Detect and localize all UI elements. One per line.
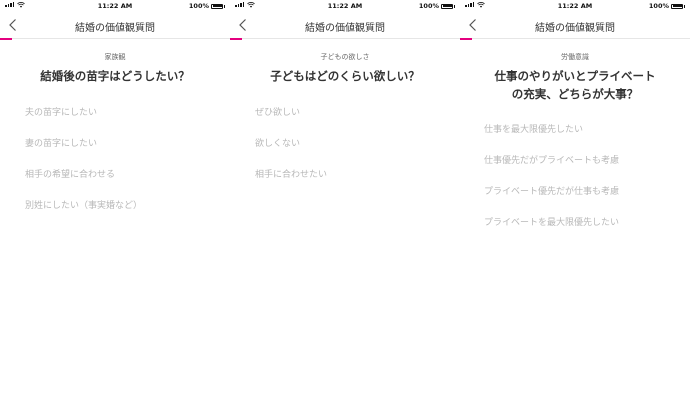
answer-option[interactable]: 仕事を最大限優先したい <box>460 115 690 146</box>
battery-icon <box>671 3 683 9</box>
nav-title: 結婚の価値観質問 <box>535 23 615 34</box>
progress-bar <box>0 38 12 40</box>
answer-option[interactable]: 妻の苗字にしたい <box>0 129 230 160</box>
answer-option[interactable]: ぜひ欲しい <box>230 98 460 129</box>
status-bar: 11:22 AM 100% <box>460 0 690 12</box>
status-bar: 11:22 AM 100% <box>230 0 460 12</box>
answer-option[interactable]: 夫の苗字にしたい <box>0 98 230 129</box>
answer-options: 夫の苗字にしたい 妻の苗字にしたい 相手の希望に合わせる 別姓にしたい（事実婚な… <box>0 98 230 222</box>
progress-bar <box>230 38 242 40</box>
screens-container: 11:22 AM 100% 結婚の価値観質問 家族観 結婚後の苗字はどうしたい？… <box>0 0 690 404</box>
question-content: 子どもの欲しさ 子どもはどのくらい欲しい？ ぜひ欲しい 欲しくない 相手に合わせ… <box>230 52 460 191</box>
nav-title: 結婚の価値観質問 <box>75 23 155 34</box>
nav-bar: 結婚の価値観質問 <box>460 12 690 39</box>
battery-icon <box>441 3 453 9</box>
answer-option[interactable]: 欲しくない <box>230 129 460 160</box>
answer-options: 仕事を最大限優先したい 仕事優先だがプライベートも考慮 プライベート優先だが仕事… <box>460 115 690 239</box>
status-bar: 11:22 AM 100% <box>0 0 230 12</box>
nav-bar: 結婚の価値観質問 <box>0 12 230 39</box>
screen-children: 11:22 AM 100% 結婚の価値観質問 子どもの欲しさ 子どもはどのくらい… <box>230 0 460 404</box>
question-title: 子どもはどのくらい欲しい？ <box>270 69 420 83</box>
answer-option[interactable]: プライベートを最大限優先したい <box>460 208 690 239</box>
battery-percent: 100% <box>648 2 669 10</box>
screen-surname: 11:22 AM 100% 結婚の価値観質問 家族観 結婚後の苗字はどうしたい？… <box>0 0 230 404</box>
question-title: 仕事のやりがいとプライベート の充実、どちらが大事？ <box>494 69 656 101</box>
answer-option[interactable]: 相手に合わせたい <box>230 160 460 191</box>
battery-icon <box>211 3 223 9</box>
nav-title: 結婚の価値観質問 <box>305 23 385 34</box>
nav-bar: 結婚の価値観質問 <box>230 12 460 39</box>
progress-bar <box>460 38 472 40</box>
answer-option[interactable]: 仕事優先だがプライベートも考慮 <box>460 146 690 177</box>
battery-percent: 100% <box>188 2 209 10</box>
question-title: 結婚後の苗字はどうしたい？ <box>40 69 190 83</box>
category-label: 家族観 <box>104 53 126 61</box>
question-content: 労働意識 仕事のやりがいとプライベート の充実、どちらが大事？ 仕事を最大限優先… <box>460 52 690 239</box>
answer-option[interactable]: プライベート優先だが仕事も考慮 <box>460 177 690 208</box>
category-label: 子どもの欲しさ <box>320 53 370 61</box>
answer-options: ぜひ欲しい 欲しくない 相手に合わせたい <box>230 98 460 191</box>
answer-option[interactable]: 別姓にしたい（事実婚など） <box>0 191 230 222</box>
answer-option[interactable]: 相手の希望に合わせる <box>0 160 230 191</box>
category-label: 労働意識 <box>561 53 589 61</box>
question-content: 家族観 結婚後の苗字はどうしたい？ 夫の苗字にしたい 妻の苗字にしたい 相手の希… <box>0 52 230 222</box>
screen-work-life: 11:22 AM 100% 結婚の価値観質問 労働意識 仕事のやりがいとプライベ… <box>460 0 690 404</box>
battery-percent: 100% <box>418 2 439 10</box>
